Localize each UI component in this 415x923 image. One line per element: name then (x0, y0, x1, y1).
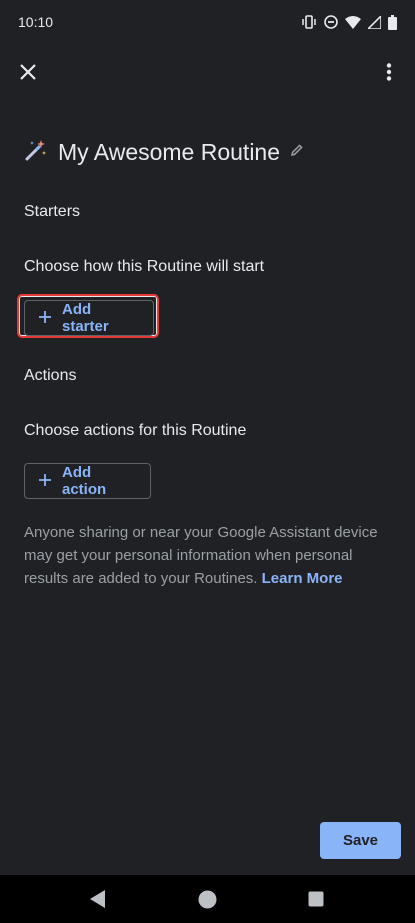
add-starter-button[interactable]: Add starter (24, 300, 154, 336)
status-bar: 10:10 (0, 0, 415, 44)
add-starter-label: Add starter (62, 301, 109, 335)
more-vert-icon (386, 62, 392, 86)
plus-icon (39, 473, 51, 490)
privacy-disclaimer: Anyone sharing or near your Google Assis… (24, 521, 394, 590)
actions-description: Choose actions for this Routine (24, 422, 247, 439)
pencil-icon[interactable] (290, 143, 304, 162)
status-time: 10:10 (18, 14, 54, 30)
save-button[interactable]: Save (320, 822, 401, 859)
nav-recents-icon[interactable] (308, 891, 324, 912)
more-options-button[interactable] (375, 60, 403, 88)
routine-title-row: My Awesome Routine (24, 134, 304, 170)
routine-title: My Awesome Routine (58, 138, 281, 165)
learn-more-link[interactable]: Learn More (262, 570, 343, 587)
starters-description: Choose how this Routine will start (24, 258, 265, 275)
add-action-button[interactable]: Add action (24, 463, 151, 499)
magic-wand-icon (24, 138, 48, 167)
starters-heading: Starters (24, 203, 81, 220)
signal-icon (368, 15, 381, 29)
close-button[interactable] (14, 60, 42, 88)
plus-icon (39, 310, 51, 327)
nav-back-icon[interactable] (89, 889, 107, 914)
battery-icon (388, 14, 397, 30)
actions-heading: Actions (24, 367, 77, 384)
nav-home-icon[interactable] (198, 890, 217, 914)
add-action-label: Add action (62, 464, 107, 498)
do-not-disturb-icon (324, 15, 338, 29)
system-nav-bar (0, 875, 415, 923)
top-app-bar (0, 52, 415, 96)
status-icons (301, 14, 397, 30)
vibrate-icon (301, 15, 317, 29)
close-icon (20, 63, 36, 85)
wifi-icon (345, 15, 361, 29)
